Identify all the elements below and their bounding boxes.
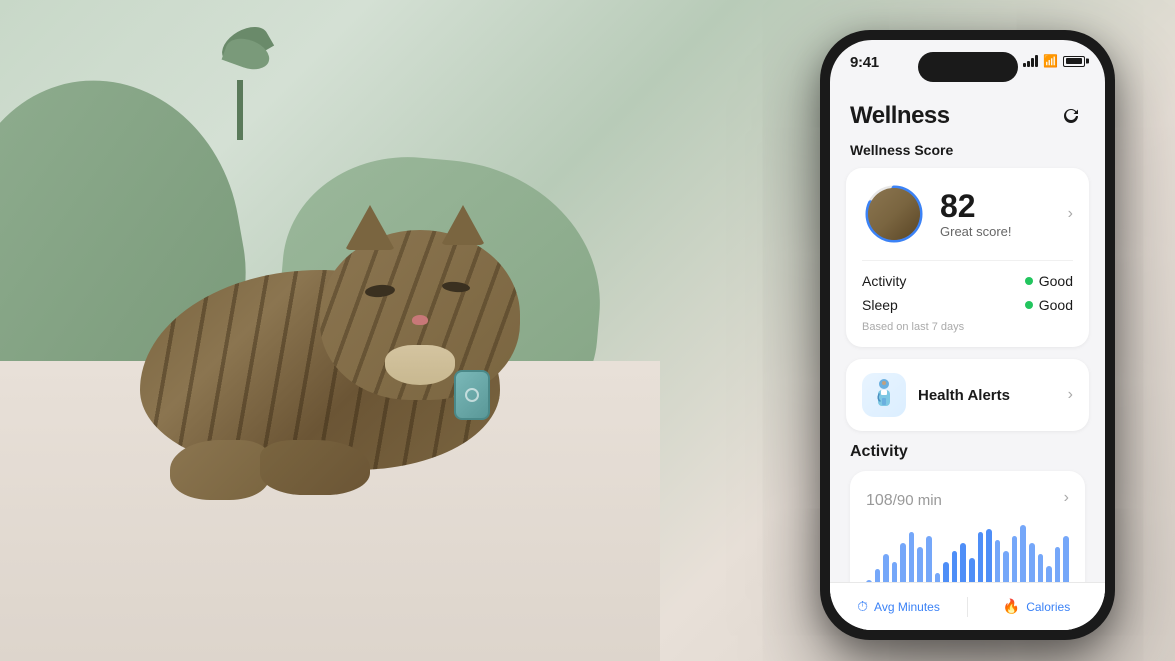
sleep-status-text: Good xyxy=(1039,297,1073,313)
score-circle xyxy=(862,182,926,246)
cat-ear-left xyxy=(345,205,395,250)
phone-container: 9:41 📶 Wellness xyxy=(820,30,1115,640)
wellness-score-section-title: Wellness Score xyxy=(830,138,1105,168)
signal-bar-1 xyxy=(1023,63,1026,67)
cat-ear-right xyxy=(441,205,485,245)
app-header: Wellness xyxy=(830,90,1105,138)
signal-bar-3 xyxy=(1031,58,1034,67)
signal-bar-2 xyxy=(1027,61,1030,67)
bottom-tabs: ⏱ Avg Minutes 🔥 Calories xyxy=(830,582,1105,630)
avg-minutes-icon: ⏱ xyxy=(857,598,868,615)
tab-calories-label: Calories xyxy=(1026,600,1070,614)
cat-paw-left xyxy=(170,440,270,500)
cat-scene xyxy=(0,0,660,661)
sleep-status-dot xyxy=(1025,301,1033,309)
health-alerts-card[interactable]: Health Alerts › xyxy=(846,359,1089,431)
activity-metric-label: Activity xyxy=(862,273,906,289)
cat-nose xyxy=(412,315,428,325)
score-chevron-icon: › xyxy=(1068,205,1073,223)
status-time: 9:41 xyxy=(850,54,879,71)
signal-bar-4 xyxy=(1035,55,1038,67)
activity-status-dot xyxy=(1025,277,1033,285)
period-note: Based on last 7 days xyxy=(862,321,1073,333)
activity-metric-status: Good xyxy=(1025,273,1073,289)
phone-screen: 9:41 📶 Wellness xyxy=(830,40,1105,630)
plant-stem xyxy=(237,80,243,140)
status-icons: 📶 xyxy=(1023,54,1085,68)
cat-head xyxy=(320,230,520,400)
health-alert-icon xyxy=(862,373,906,417)
activity-minutes-row: 108/90 min › xyxy=(866,485,1069,511)
tab-avg-minutes-label: Avg Minutes xyxy=(874,600,940,614)
plant xyxy=(200,20,280,140)
tab-avg-minutes[interactable]: ⏱ Avg Minutes xyxy=(830,598,967,615)
refresh-button[interactable] xyxy=(1057,102,1085,130)
current-minutes: 108 xyxy=(866,492,893,509)
dynamic-island xyxy=(918,52,1018,82)
sleep-metric-status: Good xyxy=(1025,297,1073,313)
cat-paw-right xyxy=(260,440,370,495)
activity-section-title: Activity xyxy=(850,443,1085,461)
app-content: Wellness Wellness Score xyxy=(830,90,1105,630)
score-info: 82 Great score! xyxy=(940,190,1054,239)
wifi-icon: 📶 xyxy=(1043,54,1058,68)
cat-chin xyxy=(385,345,455,385)
health-alerts-chevron-icon: › xyxy=(1068,386,1073,404)
divider xyxy=(862,260,1073,261)
tracker-device xyxy=(454,370,490,420)
sleep-metric-label: Sleep xyxy=(862,297,898,313)
wellness-score-row: 82 Great score! › xyxy=(862,182,1073,246)
tab-calories[interactable]: 🔥 Calories xyxy=(968,598,1105,615)
cat-eye-right xyxy=(442,281,471,293)
sleep-metric-row: Sleep Good xyxy=(862,297,1073,313)
signal-bars-icon xyxy=(1023,55,1038,67)
score-label: Great score! xyxy=(940,224,1054,239)
cat-eye-left xyxy=(365,284,396,299)
wellness-card[interactable]: 82 Great score! › Activity Good Sl xyxy=(846,168,1089,347)
cat-body xyxy=(120,200,540,550)
score-number: 82 xyxy=(940,190,1054,222)
target-minutes: /90 min xyxy=(893,492,942,509)
activity-chevron-icon: › xyxy=(1064,489,1069,507)
health-alerts-label: Health Alerts xyxy=(918,387,1056,404)
app-title: Wellness xyxy=(850,102,950,130)
cat-avatar-inner xyxy=(868,188,920,240)
activity-minutes: 108/90 min xyxy=(866,485,942,511)
activity-status-text: Good xyxy=(1039,273,1073,289)
activity-metric-row: Activity Good xyxy=(862,273,1073,289)
battery-fill xyxy=(1066,58,1082,64)
calories-icon: 🔥 xyxy=(1003,598,1020,615)
battery-icon xyxy=(1063,56,1085,67)
cat-avatar xyxy=(868,188,920,240)
